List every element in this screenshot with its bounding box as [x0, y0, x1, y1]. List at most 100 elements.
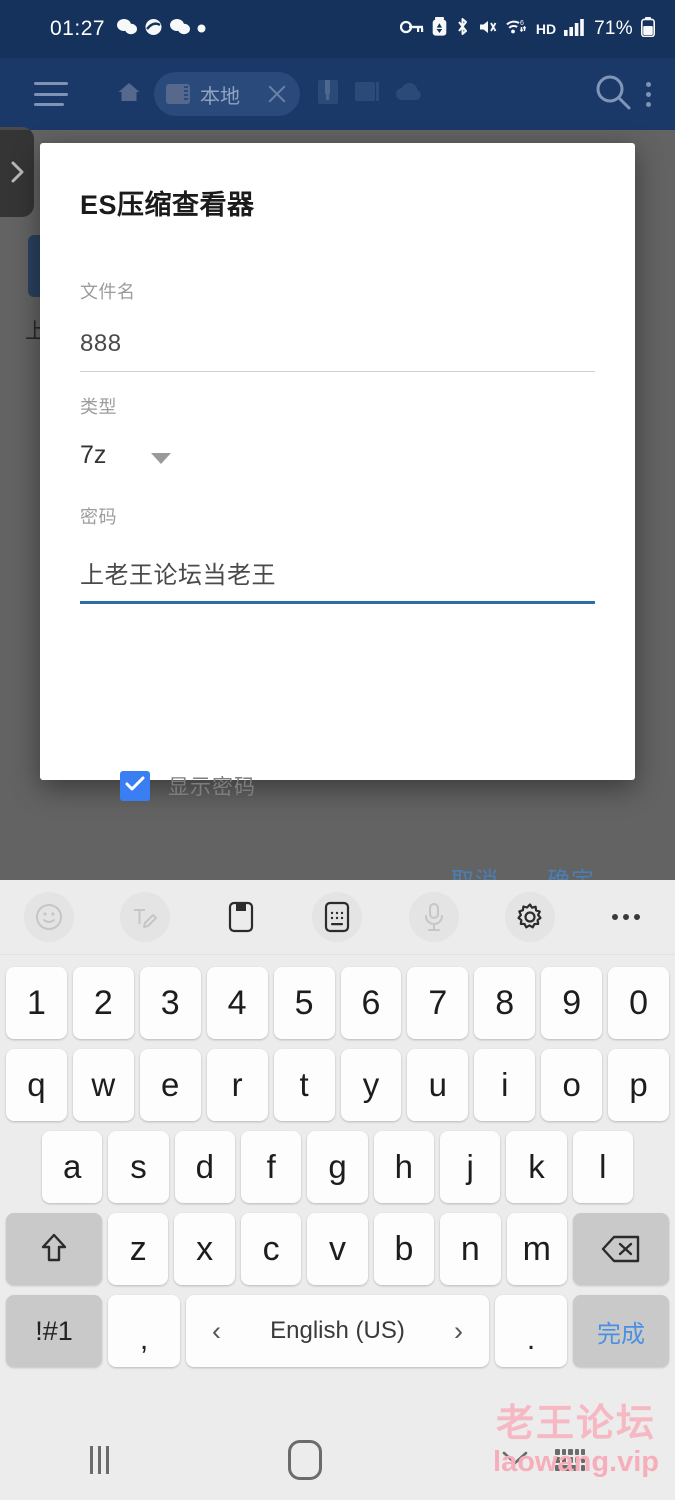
status-notification-icons	[117, 18, 206, 41]
clipboard-icon[interactable]	[216, 892, 266, 942]
keyboard-row-numbers: 1 2 3 4 5 6 7 8 9 0	[5, 967, 670, 1039]
key-6[interactable]: 6	[340, 967, 402, 1039]
key-k[interactable]: k	[506, 1131, 567, 1203]
key-8[interactable]: 8	[474, 967, 536, 1039]
key-j[interactable]: j	[439, 1131, 501, 1203]
key-l[interactable]: l	[572, 1131, 633, 1203]
keyboard-mode-icon[interactable]	[312, 892, 363, 942]
more-vertical-icon[interactable]	[646, 81, 651, 107]
key-e[interactable]: e	[139, 1049, 201, 1121]
chevron-down-icon[interactable]	[501, 1449, 529, 1472]
key-comma[interactable]: ,	[108, 1295, 180, 1367]
archive-icon[interactable]	[316, 79, 340, 110]
key-m[interactable]: m	[506, 1213, 567, 1285]
emoji-icon[interactable]	[24, 892, 74, 942]
battery-percent: 71%	[594, 18, 633, 39]
shift-icon[interactable]	[6, 1213, 103, 1285]
screen: 01:27 6 HD 71% 本地 ES压缩查看器 文件名 888 类型 7z …	[0, 0, 675, 1500]
keyboard-row-home: a s d f g h j k l	[6, 1131, 669, 1203]
key-c[interactable]: c	[240, 1213, 302, 1285]
caret-down-icon[interactable]	[151, 452, 172, 464]
keyboard-row-space: !#1 , ‹ English (US) › . 完成	[6, 1295, 669, 1367]
browser-icon	[144, 18, 163, 41]
key-p[interactable]: p	[608, 1049, 670, 1121]
mute-icon	[478, 18, 498, 41]
space-key[interactable]: ‹ English (US) ›	[186, 1295, 489, 1367]
status-system-icons: 6 HD 71%	[399, 16, 655, 42]
wechat-icon	[170, 18, 191, 41]
recents-icon[interactable]	[89, 1446, 109, 1474]
key-a[interactable]: a	[42, 1131, 103, 1203]
key-s[interactable]: s	[108, 1131, 169, 1203]
wechat-icon	[117, 18, 138, 41]
key-3[interactable]: 3	[139, 967, 201, 1039]
symbols-key[interactable]: !#1	[6, 1295, 102, 1367]
key-x[interactable]: x	[174, 1213, 235, 1285]
key-v[interactable]: v	[307, 1213, 368, 1285]
key-o[interactable]: o	[541, 1049, 603, 1121]
done-key[interactable]: 完成	[573, 1295, 669, 1367]
key-w[interactable]: w	[72, 1049, 134, 1121]
key-h[interactable]: h	[373, 1131, 434, 1203]
key-0[interactable]: 0	[608, 967, 670, 1039]
status-time: 01:27	[50, 17, 106, 40]
microphone-icon[interactable]	[408, 892, 459, 942]
key-b[interactable]: b	[373, 1213, 435, 1285]
battery-saver-icon	[432, 17, 447, 41]
archive-viewer-dialog: ES压缩查看器 文件名 888 类型 7z 密码 上老王论坛当老王 显示密码	[40, 143, 635, 893]
backspace-icon[interactable]	[572, 1213, 669, 1285]
show-password-label: 显示密码	[168, 776, 256, 799]
app-bar-extra-icons	[316, 79, 424, 110]
key-2[interactable]: 2	[72, 967, 134, 1039]
key-4[interactable]: 4	[206, 967, 268, 1039]
key-z[interactable]: z	[108, 1213, 169, 1285]
battery-icon	[641, 16, 655, 42]
type-field[interactable]: 类型 7z	[80, 393, 595, 470]
chevron-left-icon[interactable]: ‹	[212, 1316, 221, 1347]
bluetooth-icon	[455, 17, 470, 41]
dialog-title: ES压缩查看器	[80, 190, 255, 220]
sdcard-icon	[166, 84, 190, 104]
key-g[interactable]: g	[307, 1131, 368, 1203]
filename-field[interactable]: 文件名 888	[80, 278, 595, 372]
chevron-right-icon[interactable]: ›	[454, 1316, 463, 1347]
key-t[interactable]: t	[273, 1049, 335, 1121]
handwriting-icon[interactable]	[120, 892, 171, 942]
tab-local[interactable]: 本地	[154, 72, 300, 116]
show-password-row[interactable]: 显示密码	[120, 771, 256, 801]
show-password-checkbox[interactable]	[120, 771, 150, 801]
keyboard-icon[interactable]	[555, 1449, 586, 1471]
filename-input[interactable]: 888	[80, 330, 595, 358]
password-input[interactable]: 上老王论坛当老王	[80, 555, 595, 590]
close-icon[interactable]	[264, 81, 290, 107]
password-field[interactable]: 密码 上老王论坛当老王	[80, 503, 595, 604]
keyboard-nav-group	[501, 1449, 586, 1472]
type-value: 7z	[80, 441, 107, 469]
home-circle-icon[interactable]	[287, 1440, 322, 1480]
key-i[interactable]: i	[474, 1049, 536, 1121]
more-horizontal-icon[interactable]	[601, 892, 651, 942]
dot-icon	[197, 20, 206, 38]
key-5[interactable]: 5	[273, 967, 335, 1039]
key-d[interactable]: d	[174, 1131, 235, 1203]
key-f[interactable]: f	[241, 1131, 302, 1203]
cloud-icon[interactable]	[394, 80, 424, 109]
key-q[interactable]: q	[5, 1049, 67, 1121]
app-toolbar: 本地	[0, 58, 675, 130]
key-n[interactable]: n	[440, 1213, 501, 1285]
home-icon[interactable]	[116, 80, 142, 109]
hamburger-icon[interactable]	[34, 82, 68, 106]
key-1[interactable]: 1	[5, 967, 67, 1039]
library-icon[interactable]	[354, 80, 380, 109]
key-u[interactable]: u	[407, 1049, 469, 1121]
search-icon[interactable]	[594, 73, 632, 116]
type-select[interactable]: 7z	[80, 441, 595, 470]
key-period[interactable]: .	[495, 1295, 567, 1367]
key-7[interactable]: 7	[407, 967, 469, 1039]
tab-local-label: 本地	[200, 85, 240, 108]
key-9[interactable]: 9	[541, 967, 603, 1039]
key-y[interactable]: y	[340, 1049, 402, 1121]
filename-underline	[80, 371, 595, 372]
key-r[interactable]: r	[206, 1049, 268, 1121]
settings-gear-icon[interactable]	[504, 892, 555, 942]
